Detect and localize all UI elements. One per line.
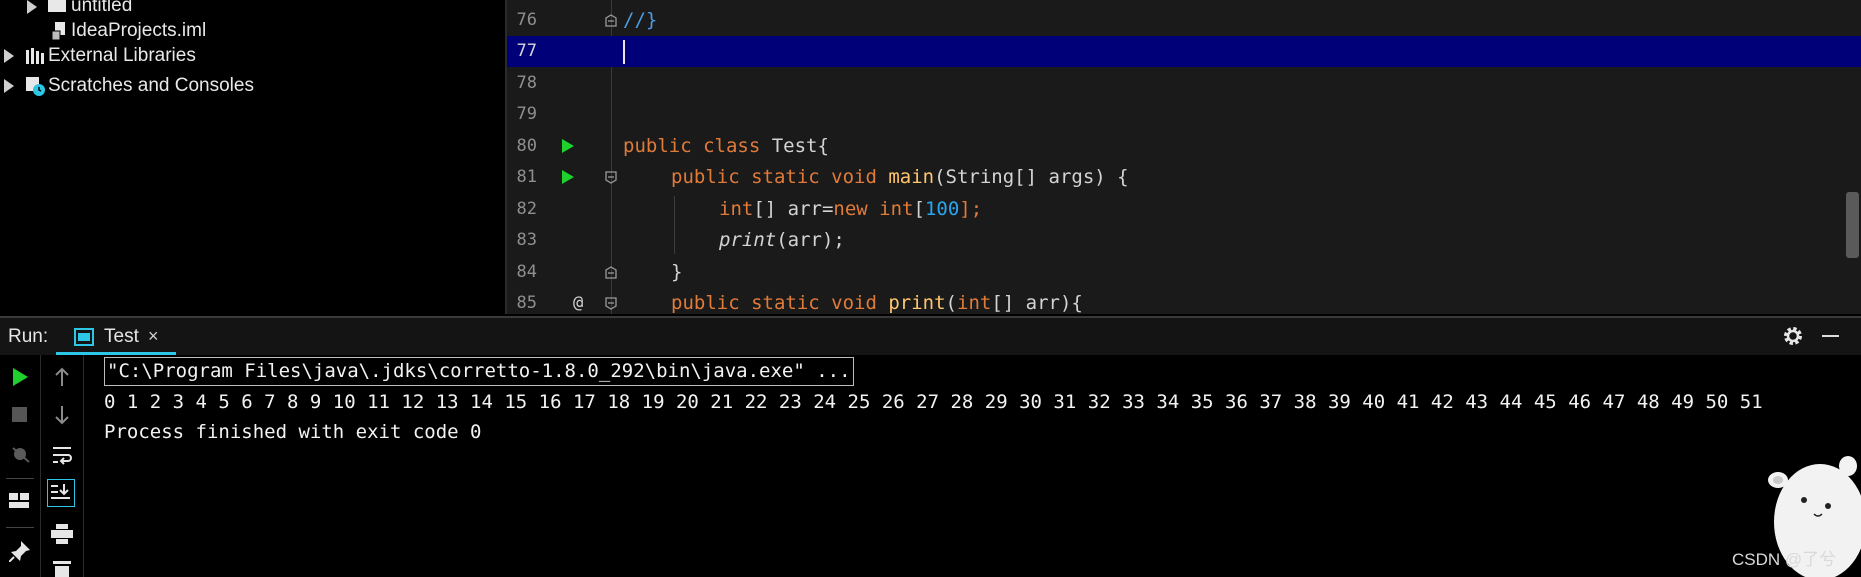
expand-arrow-icon[interactable]: [4, 79, 14, 93]
code-text: int[] arr=new int[100];: [719, 194, 982, 225]
line-number: 83: [516, 230, 537, 250]
folder-icon: [48, 0, 66, 12]
method-call: print: [719, 229, 777, 251]
code-text: public static void main(String[] args) {: [671, 162, 1129, 193]
code-line[interactable]: 76 //}: [507, 5, 1861, 36]
code-line[interactable]: 78: [507, 68, 1861, 99]
expand-arrow-icon[interactable]: [27, 0, 37, 14]
code-token: Test{: [771, 135, 829, 157]
code-line[interactable]: 83 print(arr);: [507, 225, 1861, 256]
code-token: (arr);: [776, 229, 845, 251]
run-gutter-icon[interactable]: [562, 170, 574, 184]
code-token: (: [945, 292, 957, 314]
trash-icon[interactable]: [53, 560, 71, 577]
command-line[interactable]: "C:\Program Files\java\.jdks\corretto-1.…: [104, 357, 854, 386]
line-number: 85: [516, 293, 537, 313]
expand-arrow-icon[interactable]: [4, 49, 14, 63]
rerun-icon[interactable]: [11, 367, 29, 387]
minimize-icon[interactable]: [1822, 335, 1839, 337]
code-line[interactable]: 80 public class Test{: [507, 131, 1861, 162]
toolbar-separator: [6, 527, 34, 528]
line-number: 82: [516, 199, 537, 219]
fold-icon[interactable]: [605, 297, 617, 310]
line-number: 81: [516, 167, 537, 187]
line-number: 84: [516, 262, 537, 282]
console-toolbar: [41, 355, 84, 577]
keyword: int: [957, 292, 992, 314]
console-icon: [74, 328, 94, 346]
tab-test[interactable]: Test ×: [56, 318, 176, 357]
code-token: (String[] args) {: [934, 166, 1129, 188]
pin-icon[interactable]: [9, 540, 31, 562]
run-label: Run:: [8, 326, 49, 347]
iml-file-icon: [52, 22, 65, 40]
keyword: new int: [833, 198, 914, 220]
code-editor[interactable]: 76 //} 77 78 79 80 public class Test{ 81…: [507, 0, 1861, 314]
disabled-debug-icon[interactable]: [10, 443, 32, 465]
libraries-icon: [26, 48, 44, 64]
tab-label: Test: [104, 326, 139, 347]
scroll-to-end-button[interactable]: [47, 479, 75, 507]
line-number: 77: [516, 41, 537, 61]
scratches-icon: [26, 77, 45, 96]
print-icon[interactable]: [51, 524, 73, 544]
console-output[interactable]: "C:\Program Files\java\.jdks\corretto-1.…: [104, 355, 1861, 577]
watermark: CSDN @了兮: [1732, 550, 1837, 569]
number-literal: 100: [924, 198, 960, 220]
code-text: public class Test{: [623, 131, 829, 162]
code-token: [] arr=: [753, 198, 834, 220]
code-line[interactable]: 85 @ public static void print(int[] arr)…: [507, 288, 1861, 314]
code-line[interactable]: 79: [507, 99, 1861, 130]
line-number: 80: [516, 136, 537, 156]
keyword: public static void: [671, 292, 889, 314]
fold-icon[interactable]: [605, 171, 617, 184]
override-gutter-icon[interactable]: @: [573, 288, 583, 314]
code-text: public static void print(int[] arr){: [671, 288, 1083, 314]
tree-item-scratches[interactable]: Scratches and Consoles: [48, 72, 254, 100]
arrow-up-icon[interactable]: [54, 367, 70, 387]
keyword: public static void: [671, 166, 889, 188]
tree-item-external-libraries[interactable]: External Libraries: [48, 42, 196, 70]
line-number: 76: [516, 10, 537, 30]
code-line[interactable]: 81 public static void main(String[] args…: [507, 162, 1861, 193]
code-token: [] arr){: [991, 292, 1083, 314]
run-toolwindow-body: "C:\Program Files\java\.jdks\corretto-1.…: [0, 355, 1861, 577]
current-code-line[interactable]: 77: [507, 36, 1861, 67]
keyword: public class: [623, 135, 772, 157]
line-number: 78: [516, 73, 537, 93]
run-gutter-icon[interactable]: [562, 139, 574, 153]
soft-wrap-icon[interactable]: [52, 445, 72, 465]
code-token: [: [913, 198, 925, 220]
line-number: 79: [516, 104, 537, 124]
fold-icon[interactable]: [605, 14, 617, 27]
close-icon[interactable]: ×: [148, 318, 159, 355]
toolbar-separator: [6, 478, 34, 479]
gear-icon[interactable]: [1782, 325, 1804, 347]
editor-scrollbar[interactable]: [1846, 192, 1859, 258]
layout-icon[interactable]: [9, 491, 31, 511]
arrow-down-icon[interactable]: [54, 405, 70, 425]
code-text: }: [671, 261, 683, 283]
method-name: main: [888, 166, 935, 188]
project-tree: untitled IdeaProjects.iml External Libra…: [0, 0, 505, 314]
code-line[interactable]: 84 }: [507, 257, 1861, 288]
fold-icon[interactable]: [605, 266, 617, 279]
method-name: print: [888, 292, 946, 314]
run-toolwindow-header: Run: Test ×: [0, 316, 1861, 357]
program-output: 0 1 2 3 4 5 6 7 8 9 10 11 12 13 14 15 16…: [104, 391, 1763, 413]
code-text: print(arr);: [719, 225, 845, 256]
code-token: ];: [959, 198, 983, 220]
exit-message: Process finished with exit code 0: [104, 421, 482, 443]
scroll-to-end-icon: [51, 484, 70, 499]
code-text: //}: [623, 9, 658, 31]
keyword: int: [719, 198, 754, 220]
text-caret: [623, 40, 625, 64]
tree-item-iml[interactable]: IdeaProjects.iml: [71, 17, 206, 45]
run-toolbar: [0, 355, 41, 577]
stop-icon[interactable]: [12, 407, 27, 422]
code-line[interactable]: 82 int[] arr=new int[100];: [507, 194, 1861, 225]
